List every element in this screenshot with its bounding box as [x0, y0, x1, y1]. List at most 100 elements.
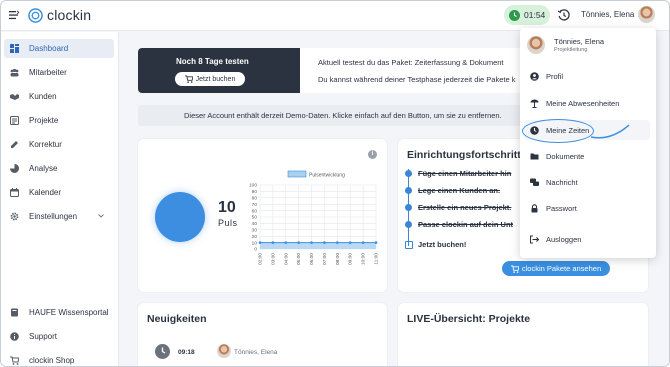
- handshake-icon: [10, 94, 19, 100]
- data-point: [374, 241, 378, 244]
- trial-package-text: Aktuell testest du das Paket: Zeiterfass…: [318, 58, 504, 67]
- logout-icon: [530, 234, 539, 244]
- menu-item-passwort[interactable]: Passwort: [524, 198, 650, 218]
- menu-item-profil[interactable]: Profil: [524, 66, 650, 86]
- x-tick-label: 03:00: [270, 253, 276, 265]
- app-window: clockin 01:54 Tönnies, Elena Dashboard M…: [0, 0, 670, 367]
- y-tick-label: 90: [252, 189, 258, 195]
- setup-step[interactable]: Erstelle ein neues Projekt.: [418, 203, 511, 212]
- news-author: Tönnies, Elena: [234, 349, 278, 356]
- logo[interactable]: clockin: [28, 7, 91, 23]
- user-name[interactable]: Tönnies, Elena: [581, 10, 634, 19]
- menu-item-label: Passwort: [546, 203, 577, 213]
- menu-item-nachricht[interactable]: Nachricht: [524, 172, 650, 192]
- view-packages-button[interactable]: clockin Pakete ansehen: [502, 261, 610, 276]
- sidebar-item-label: Korrektur: [29, 140, 62, 149]
- step-dot: [405, 221, 412, 228]
- top-bar: clockin 01:54 Tönnies, Elena: [1, 1, 669, 31]
- sidebar-item-haufe[interactable]: HAUFE Wissensportal: [4, 303, 114, 322]
- menu-item-label: Meine Abwesenheiten: [546, 98, 620, 108]
- sidebar-item-mitarbeiter[interactable]: Mitarbeiter: [4, 63, 114, 82]
- setup-title: Einrichtungsfortschritt: [407, 149, 521, 161]
- sidebar-item-label: Kalender: [29, 188, 62, 197]
- timer-clock-icon: [509, 9, 520, 21]
- info-icon[interactable]: i: [368, 150, 377, 159]
- menu-item-label: Ausloggen: [546, 234, 582, 244]
- chevron-down-icon: [98, 214, 104, 218]
- news-time: 09:18: [178, 349, 195, 356]
- x-tick-label: 06:00: [309, 253, 315, 265]
- analysis-icon: [10, 164, 19, 173]
- sidebar-item-projekte[interactable]: Projekte: [4, 111, 114, 130]
- calendar-icon: [10, 188, 19, 197]
- step-dot: [405, 170, 412, 177]
- sidebar-item-dashboard[interactable]: Dashboard: [4, 39, 114, 58]
- step-dot: [405, 187, 412, 194]
- news-card: Neuigkeiten 09:18 Tönnies, Elena: [138, 303, 387, 366]
- menu-item-ausloggen[interactable]: Ausloggen: [524, 229, 650, 249]
- data-point: [271, 241, 275, 244]
- setup-step[interactable]: Jetzt buchen!: [418, 240, 466, 249]
- view-packages-label: clockin Pakete ansehen: [521, 264, 602, 273]
- menu-item-dokumente[interactable]: Dokumente: [524, 146, 650, 166]
- data-point: [284, 241, 288, 244]
- x-tick-label: 08:00: [335, 253, 341, 265]
- x-tick-label: 11:00: [374, 253, 380, 265]
- cart-icon: [10, 356, 19, 365]
- x-tick-label: 04:00: [283, 253, 289, 265]
- sidebar-item-kunden[interactable]: Kunden: [4, 87, 114, 106]
- data-point: [310, 241, 313, 244]
- news-title: Neuigkeiten: [147, 313, 207, 325]
- highlight-arrow: [591, 124, 630, 139]
- menu-icon[interactable]: [9, 10, 19, 20]
- x-tick-label: 07:00: [322, 253, 328, 265]
- correction-icon: [11, 141, 18, 148]
- buy-now-label: Jetzt buchen: [195, 75, 236, 83]
- sidebar-item-korrektur[interactable]: Korrektur: [4, 135, 114, 154]
- trial-hint-text: Du kannst während deiner Testphase jeder…: [318, 75, 516, 84]
- pulse-label: Puls: [218, 218, 238, 228]
- menu-item-abwesenheiten[interactable]: Meine Abwesenheiten: [524, 93, 650, 113]
- sidebar-item-support[interactable]: Support: [4, 327, 114, 346]
- sidebar-item-label: HAUFE Wissensportal: [29, 308, 109, 317]
- pulse-indicator: [155, 192, 205, 242]
- y-tick-label: 20: [252, 234, 258, 240]
- chat-icon: [530, 178, 539, 186]
- pulse-chart: Pulsentwicklung 0102030405060708090100 02:…: [249, 170, 380, 265]
- menu-item-label: Nachricht: [546, 177, 578, 187]
- avatar: [217, 344, 231, 358]
- cart-icon: [184, 75, 193, 83]
- setup-step[interactable]: Lege einen Kunden an.: [418, 186, 500, 195]
- setup-step[interactable]: Füge einen Mitarbeiter hin: [418, 169, 511, 178]
- sidebar-item-label: Dashboard: [29, 44, 69, 53]
- people-icon: [10, 68, 19, 77]
- sidebar-item-analyse[interactable]: Analyse: [4, 159, 114, 178]
- data-point: [336, 241, 339, 244]
- avatar[interactable]: [638, 6, 655, 23]
- menu-item-label: Dokumente: [546, 151, 585, 161]
- sidebar-item-shop[interactable]: clockin Shop: [4, 351, 114, 366]
- y-tick-label: 60: [252, 208, 258, 214]
- x-tick-label: 09:00: [348, 253, 354, 265]
- highlight-ring: [522, 119, 594, 143]
- trial-title: Noch 8 Tage testen: [176, 57, 249, 66]
- menu-user-name: Tönnies, Elena: [554, 37, 605, 46]
- running-timer[interactable]: 01:54: [504, 5, 550, 25]
- demo-notice-text: Dieser Account enthält derzeit Demo-Date…: [184, 111, 502, 120]
- calendar-step-icon: [405, 241, 413, 249]
- sidebar-item-kalender[interactable]: Kalender: [4, 183, 114, 202]
- folder-icon: [530, 153, 539, 159]
- setup-step[interactable]: Passe clockin auf dein Unt: [418, 220, 513, 229]
- live-card: LIVE-Übersicht: Projekte: [398, 303, 648, 366]
- menu-item-label: Profil: [546, 71, 564, 81]
- x-tick-label: 10:00: [361, 253, 367, 265]
- history-icon[interactable]: [557, 8, 571, 22]
- data-point: [297, 241, 300, 244]
- buy-now-button[interactable]: Jetzt buchen: [175, 72, 245, 86]
- y-tick-label: 80: [252, 196, 258, 202]
- sidebar-item-label: Support: [29, 332, 58, 341]
- menu-user-role: Projektleitung: [554, 47, 588, 53]
- sidebar-item-einstellungen[interactable]: Einstellungen: [4, 207, 114, 226]
- user-menu: Tönnies, Elena Projektleitung Profil Mei…: [520, 28, 656, 258]
- clock-icon: [155, 344, 170, 359]
